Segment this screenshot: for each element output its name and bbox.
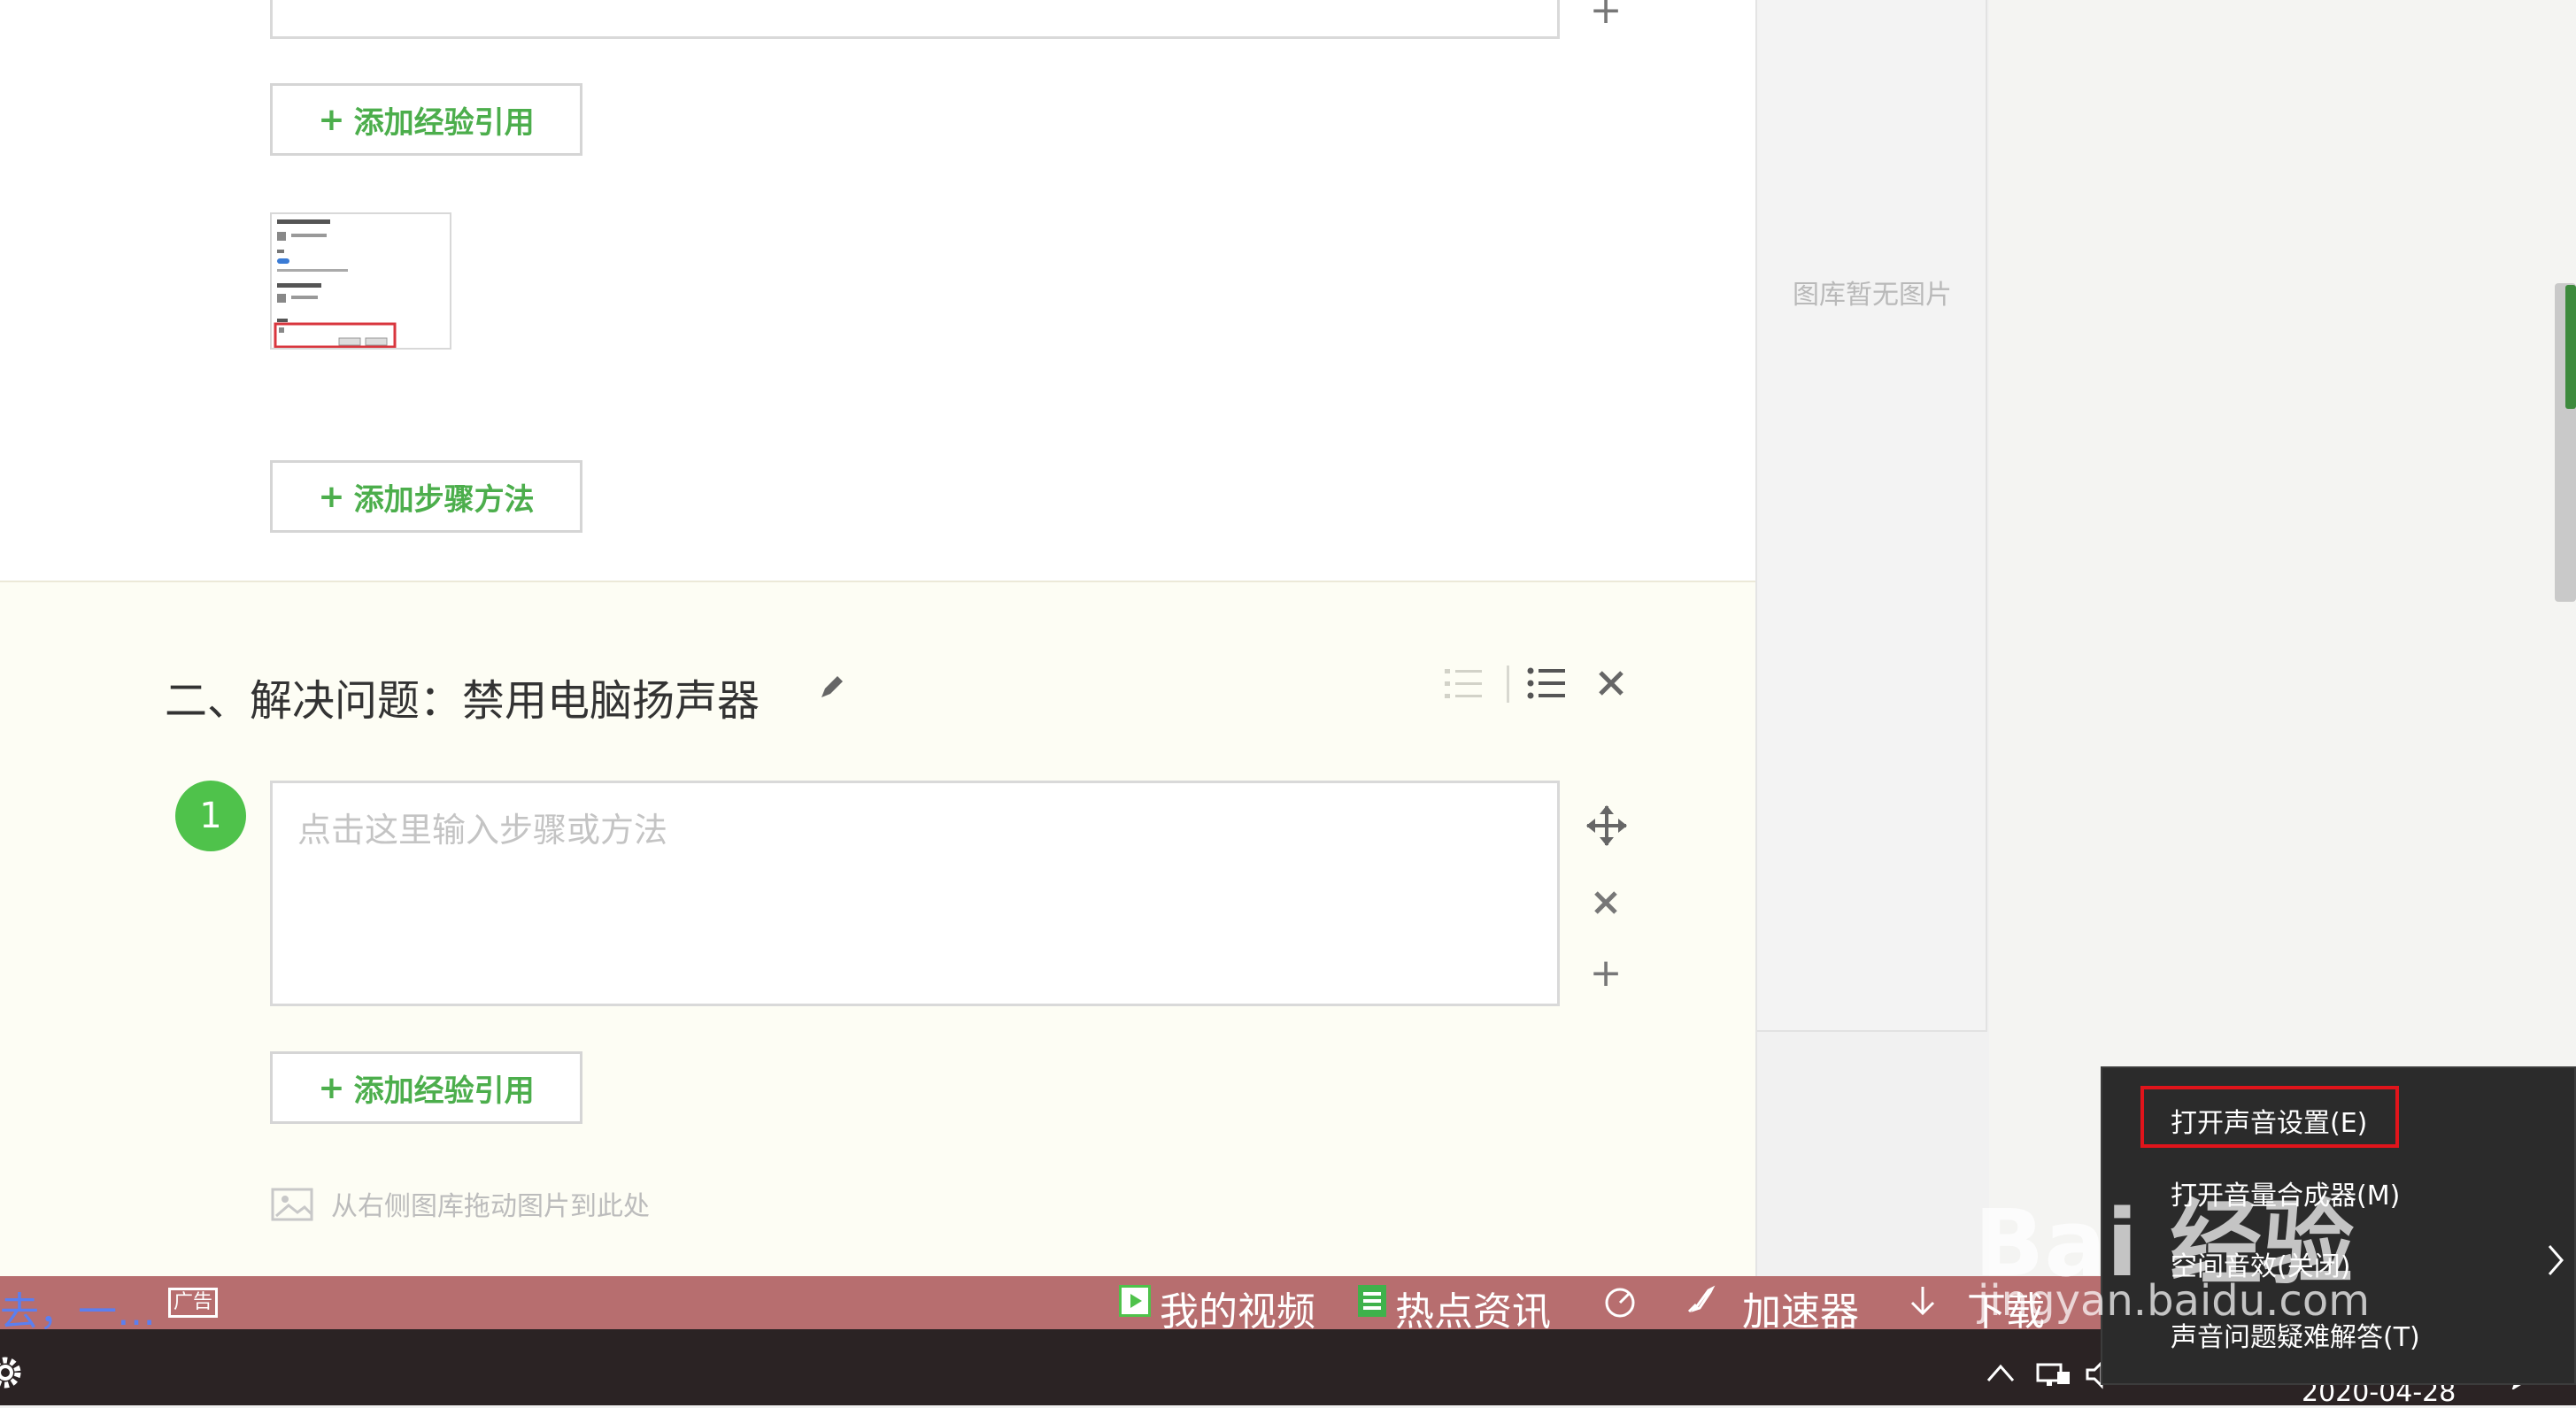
- news-icon[interactable]: [1356, 1283, 1388, 1319]
- hot-news-link[interactable]: 热点资讯: [1395, 1280, 1551, 1336]
- plus-icon: +: [318, 101, 345, 138]
- move-arrows-icon[interactable]: [1585, 804, 1629, 848]
- image-placeholder-icon: [271, 1184, 319, 1221]
- accelerator-link[interactable]: 加速器: [1742, 1280, 1859, 1336]
- add-reference-label: 添加经验引用: [353, 1073, 535, 1109]
- thumbnail-preview: [274, 219, 397, 349]
- floating-side-widget[interactable]: [2565, 285, 2576, 409]
- drag-image-hint: 从右侧图库拖动图片到此处: [331, 1191, 650, 1222]
- add-reference-button-top[interactable]: + 添加经验引用: [270, 83, 582, 156]
- plus-icon: +: [318, 1069, 345, 1106]
- toolbar-separator: [1507, 666, 1509, 703]
- video-play-icon[interactable]: [1119, 1285, 1151, 1317]
- submenu-chevron-right-icon: [2542, 1243, 2569, 1278]
- delete-section-close-icon[interactable]: [1592, 664, 1631, 703]
- step-textarea[interactable]: 点击这里输入步骤或方法: [270, 781, 1560, 1006]
- ad-badge[interactable]: 广告: [168, 1288, 218, 1318]
- section-title: 二、解决问题：禁用电脑扬声器: [165, 676, 760, 726]
- add-step-method-button[interactable]: + 添加步骤方法: [270, 460, 582, 533]
- watermark-domain: jingyan.baidu.com: [1978, 1276, 2370, 1326]
- image-gallery-panel: [1757, 0, 1987, 1032]
- speed-dial-icon[interactable]: [1602, 1283, 1638, 1319]
- network-icon[interactable]: [2036, 1359, 2071, 1389]
- status-link-text[interactable]: 去，一…: [0, 1280, 156, 1336]
- edit-title-pencil-icon[interactable]: [816, 673, 846, 703]
- previous-step-textarea[interactable]: [270, 0, 1560, 39]
- gear-icon[interactable]: [0, 1352, 30, 1393]
- show-hidden-icons-chevron-icon[interactable]: [1983, 1359, 2018, 1386]
- download-arrow-icon[interactable]: [1907, 1283, 1939, 1319]
- gallery-empty-text: 图库暂无图片: [1793, 280, 1952, 311]
- step-placeholder: 点击这里输入步骤或方法: [297, 811, 668, 850]
- bullet-list-icon[interactable]: [1526, 664, 1569, 706]
- my-videos-link[interactable]: 我的视频: [1160, 1280, 1315, 1336]
- add-reference-button-section-two[interactable]: + 添加经验引用: [270, 1051, 582, 1124]
- step-number-badge: 1: [175, 781, 246, 851]
- add-step-icon[interactable]: +: [1579, 947, 1632, 1000]
- editor-top-section: [0, 0, 1755, 581]
- add-reference-label: 添加经验引用: [353, 104, 535, 141]
- numbered-list-icon[interactable]: [1443, 664, 1485, 706]
- delete-step-close-icon[interactable]: [1588, 885, 1623, 920]
- add-step-method-label: 添加步骤方法: [353, 481, 535, 518]
- highlight-box: [2140, 1086, 2399, 1148]
- step-image-thumbnail[interactable]: [270, 212, 451, 350]
- rocket-icon[interactable]: [1682, 1283, 1717, 1319]
- plus-icon: +: [318, 478, 345, 515]
- add-step-icon[interactable]: +: [1579, 0, 1632, 37]
